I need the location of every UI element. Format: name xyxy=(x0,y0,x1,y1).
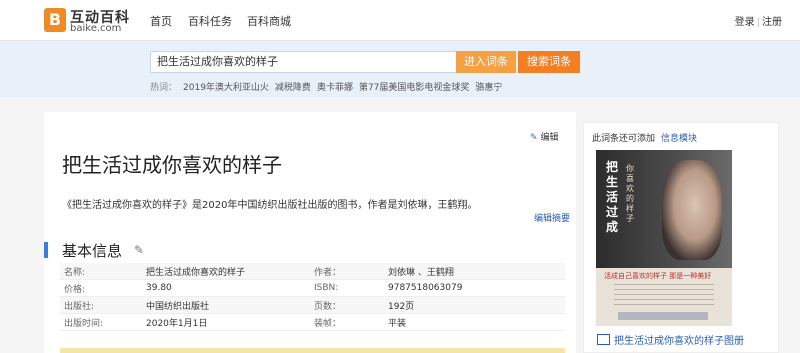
table-row: 出版时间: 2020年1月1日 装帧： 平装 xyxy=(60,313,565,331)
logo-domain: baike.com xyxy=(70,23,122,34)
info-key: 出版时间: xyxy=(60,313,142,331)
image-icon xyxy=(597,334,610,345)
auth-links: 登录 | 注册 xyxy=(734,17,782,28)
info-key: ISBN: xyxy=(310,279,384,297)
hot-term[interactable]: 减税降费 xyxy=(275,83,311,93)
login-link[interactable]: 登录 xyxy=(735,17,755,28)
info-value: 中国纺织出版社 xyxy=(142,296,310,314)
album-caption: 把生活过成你喜欢的样子图册 xyxy=(614,336,744,347)
nav-mall[interactable]: 百科商城 xyxy=(247,13,291,29)
logo-mark-icon: B xyxy=(44,8,66,32)
register-link[interactable]: 注册 xyxy=(762,17,782,28)
search-entry-button[interactable]: 搜索词条 xyxy=(518,51,580,73)
info-key: 页数： xyxy=(310,296,384,314)
info-key: 装帧： xyxy=(310,313,384,331)
enter-entry-button[interactable]: 进入词条 xyxy=(456,51,516,73)
hot-term[interactable]: 奥卡菲娜 xyxy=(317,83,353,93)
info-key: 出版社: xyxy=(60,296,142,314)
edit-label: 编辑 xyxy=(540,133,559,143)
table-row: 名称: 把生活过成你喜欢的样子 作者： 刘依琳 、王鹤翔 xyxy=(60,263,565,280)
hot-term[interactable]: 骆惠宁 xyxy=(475,83,502,93)
edit-summary-link[interactable]: 编辑摘要 xyxy=(534,211,570,224)
hot-terms: 热词： 2019年澳大利亚山火 减税降费 奥卡菲娜 第77届美国电影电视金球奖 骆惠宁 xyxy=(150,80,502,93)
info-key: 价格: xyxy=(60,279,142,297)
info-value: 把生活过成你喜欢的样子 xyxy=(142,263,310,280)
info-value: 2020年1月1日 xyxy=(142,313,310,331)
album-link[interactable]: 把生活过成你喜欢的样子图册 xyxy=(597,332,744,347)
book-cover-image[interactable]: 把生活过成 你喜欢的样子 活成自己喜欢的样子 那是一种美好 xyxy=(596,150,732,326)
entry-summary: 《把生活过成你喜欢的样子》是2020年中国纺织出版社出版的图书，作者是刘依琳，王… xyxy=(62,200,478,211)
edit-entry-link[interactable]: ✎ 编辑 xyxy=(530,130,559,143)
side-panel-text: 此词条还可添加 xyxy=(592,134,656,144)
section-title: 基本信息 xyxy=(62,242,123,260)
side-panel-header: 此词条还可添加 信息模块 xyxy=(592,131,697,144)
cover-subtitle: 你喜欢的样子 xyxy=(626,164,634,223)
site-logo[interactable]: B 互动百科 baike.com xyxy=(44,8,144,34)
hot-term[interactable]: 第77届美国电影电视金球奖 xyxy=(359,83,469,93)
info-value[interactable]: 刘依琳 、王鹤翔 xyxy=(384,263,565,280)
info-module-link[interactable]: 信息模块 xyxy=(661,134,697,144)
cover-publisher-mark xyxy=(618,312,708,320)
info-value: 192页 xyxy=(384,296,565,314)
info-value: 39.80 xyxy=(142,279,310,297)
table-row: 出版社: 中国纺织出版社 页数： 192页 xyxy=(60,296,565,314)
pencil-icon: ✎ xyxy=(530,133,538,143)
hot-term[interactable]: 2019年澳大利亚山火 xyxy=(183,83,269,93)
top-nav: B 互动百科 baike.com 首页 百科任务 百科商城 登录 | 注册 xyxy=(0,0,800,41)
info-key: 作者： xyxy=(310,263,384,280)
edit-section-icon[interactable]: ✎ xyxy=(134,243,144,257)
info-key: 名称: xyxy=(60,263,142,280)
search-input[interactable]: 把生活过成你喜欢的样子 xyxy=(150,51,458,73)
cover-portrait xyxy=(662,160,722,260)
nav-home[interactable]: 首页 xyxy=(150,13,172,29)
notice-strip xyxy=(60,348,565,353)
cover-text-lines xyxy=(614,284,714,308)
basic-info-table: 名称: 把生活过成你喜欢的样子 作者： 刘依琳 、王鹤翔 价格: 39.80 I… xyxy=(60,263,565,331)
nav-tasks[interactable]: 百科任务 xyxy=(188,13,232,29)
cover-title: 把生活过成 xyxy=(606,160,619,234)
table-row: 价格: 39.80 ISBN: 9787518063079 xyxy=(60,279,565,297)
page-title: 把生活过成你喜欢的样子 xyxy=(62,153,282,177)
cover-tagline: 活成自己喜欢的样子 那是一种美好 xyxy=(604,272,712,280)
info-value: 9787518063079 xyxy=(384,279,565,297)
info-value: 平装 xyxy=(384,313,565,331)
section-marker xyxy=(44,242,48,258)
hot-label: 热词： xyxy=(150,83,178,93)
